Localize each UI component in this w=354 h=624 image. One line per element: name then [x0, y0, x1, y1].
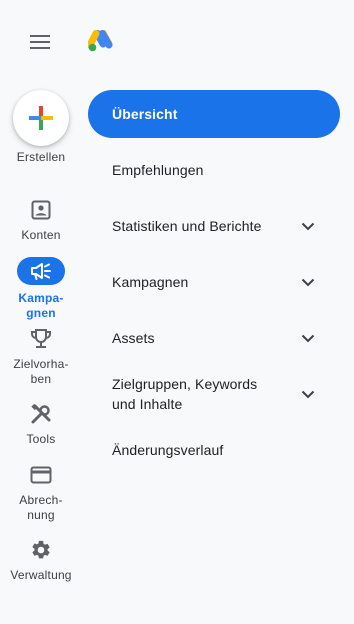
rail-label-campaigns: Kampa- gnen — [18, 291, 64, 320]
google-ads-navigation-drawer: Erstellen Konten Kampa- gnen Zielvorha- … — [0, 0, 354, 624]
rail-item-accounts[interactable]: Konten — [0, 198, 82, 243]
create-fab[interactable] — [13, 90, 69, 146]
chevron-down-icon[interactable] — [296, 270, 320, 294]
account-box-icon — [29, 198, 53, 222]
rail-label-tools: Tools — [26, 432, 56, 446]
rail-label-goals: Zielvorha- ben — [13, 357, 69, 386]
rail-item-tools[interactable]: Tools — [0, 402, 82, 447]
nav-item-audiences-keywords-content[interactable]: Zielgruppen, Keywords und Inhalte — [88, 366, 340, 422]
plus-icon — [29, 106, 53, 130]
chevron-down-icon[interactable] — [296, 326, 320, 350]
rail-label-create: Erstellen — [16, 150, 66, 164]
rail-label-admin: Verwaltung — [10, 568, 72, 582]
nav-item-label: Änderungsverlauf — [112, 442, 224, 458]
rail-label-accounts: Konten — [21, 228, 61, 242]
trophy-icon — [29, 327, 53, 351]
campaign-megaphone-icon — [17, 257, 65, 285]
navigation-rail: Erstellen Konten Kampa- gnen Zielvorha- … — [0, 0, 82, 624]
credit-card-icon — [29, 463, 53, 487]
nav-item-label: Kampagnen — [112, 274, 189, 290]
rail-item-billing[interactable]: Abrech- nung — [0, 463, 82, 523]
nav-item-overview[interactable]: Übersicht — [88, 90, 340, 138]
nav-item-label: Zielgruppen, Keywords und Inhalte — [112, 376, 258, 412]
chevron-down-icon[interactable] — [296, 214, 320, 238]
rail-item-create[interactable]: Erstellen — [0, 90, 82, 165]
chevron-down-icon[interactable] — [296, 382, 320, 406]
tools-icon — [29, 402, 53, 426]
rail-item-campaigns[interactable]: Kampa- gnen — [0, 257, 82, 321]
nav-item-label: Assets — [112, 330, 155, 346]
campaigns-nav-list: Übersicht Empfehlungen Statistiken und B… — [88, 90, 340, 478]
rail-item-admin[interactable]: Verwaltung — [0, 538, 82, 583]
google-ads-logo[interactable] — [86, 29, 114, 54]
rail-label-billing: Abrech- nung — [19, 493, 63, 522]
nav-item-label: Übersicht — [112, 106, 178, 122]
nav-item-label: Statistiken und Berichte — [112, 218, 262, 234]
rail-item-goals[interactable]: Zielvorha- ben — [0, 327, 82, 387]
nav-item-assets[interactable]: Assets — [88, 310, 340, 366]
nav-item-label: Empfehlungen — [112, 162, 204, 178]
nav-item-recommendations[interactable]: Empfehlungen — [88, 142, 340, 198]
gear-icon — [29, 538, 53, 562]
nav-item-change-history[interactable]: Änderungsverlauf — [88, 422, 340, 478]
nav-item-statistics-reports[interactable]: Statistiken und Berichte — [88, 198, 340, 254]
nav-item-campaigns[interactable]: Kampagnen — [88, 254, 340, 310]
